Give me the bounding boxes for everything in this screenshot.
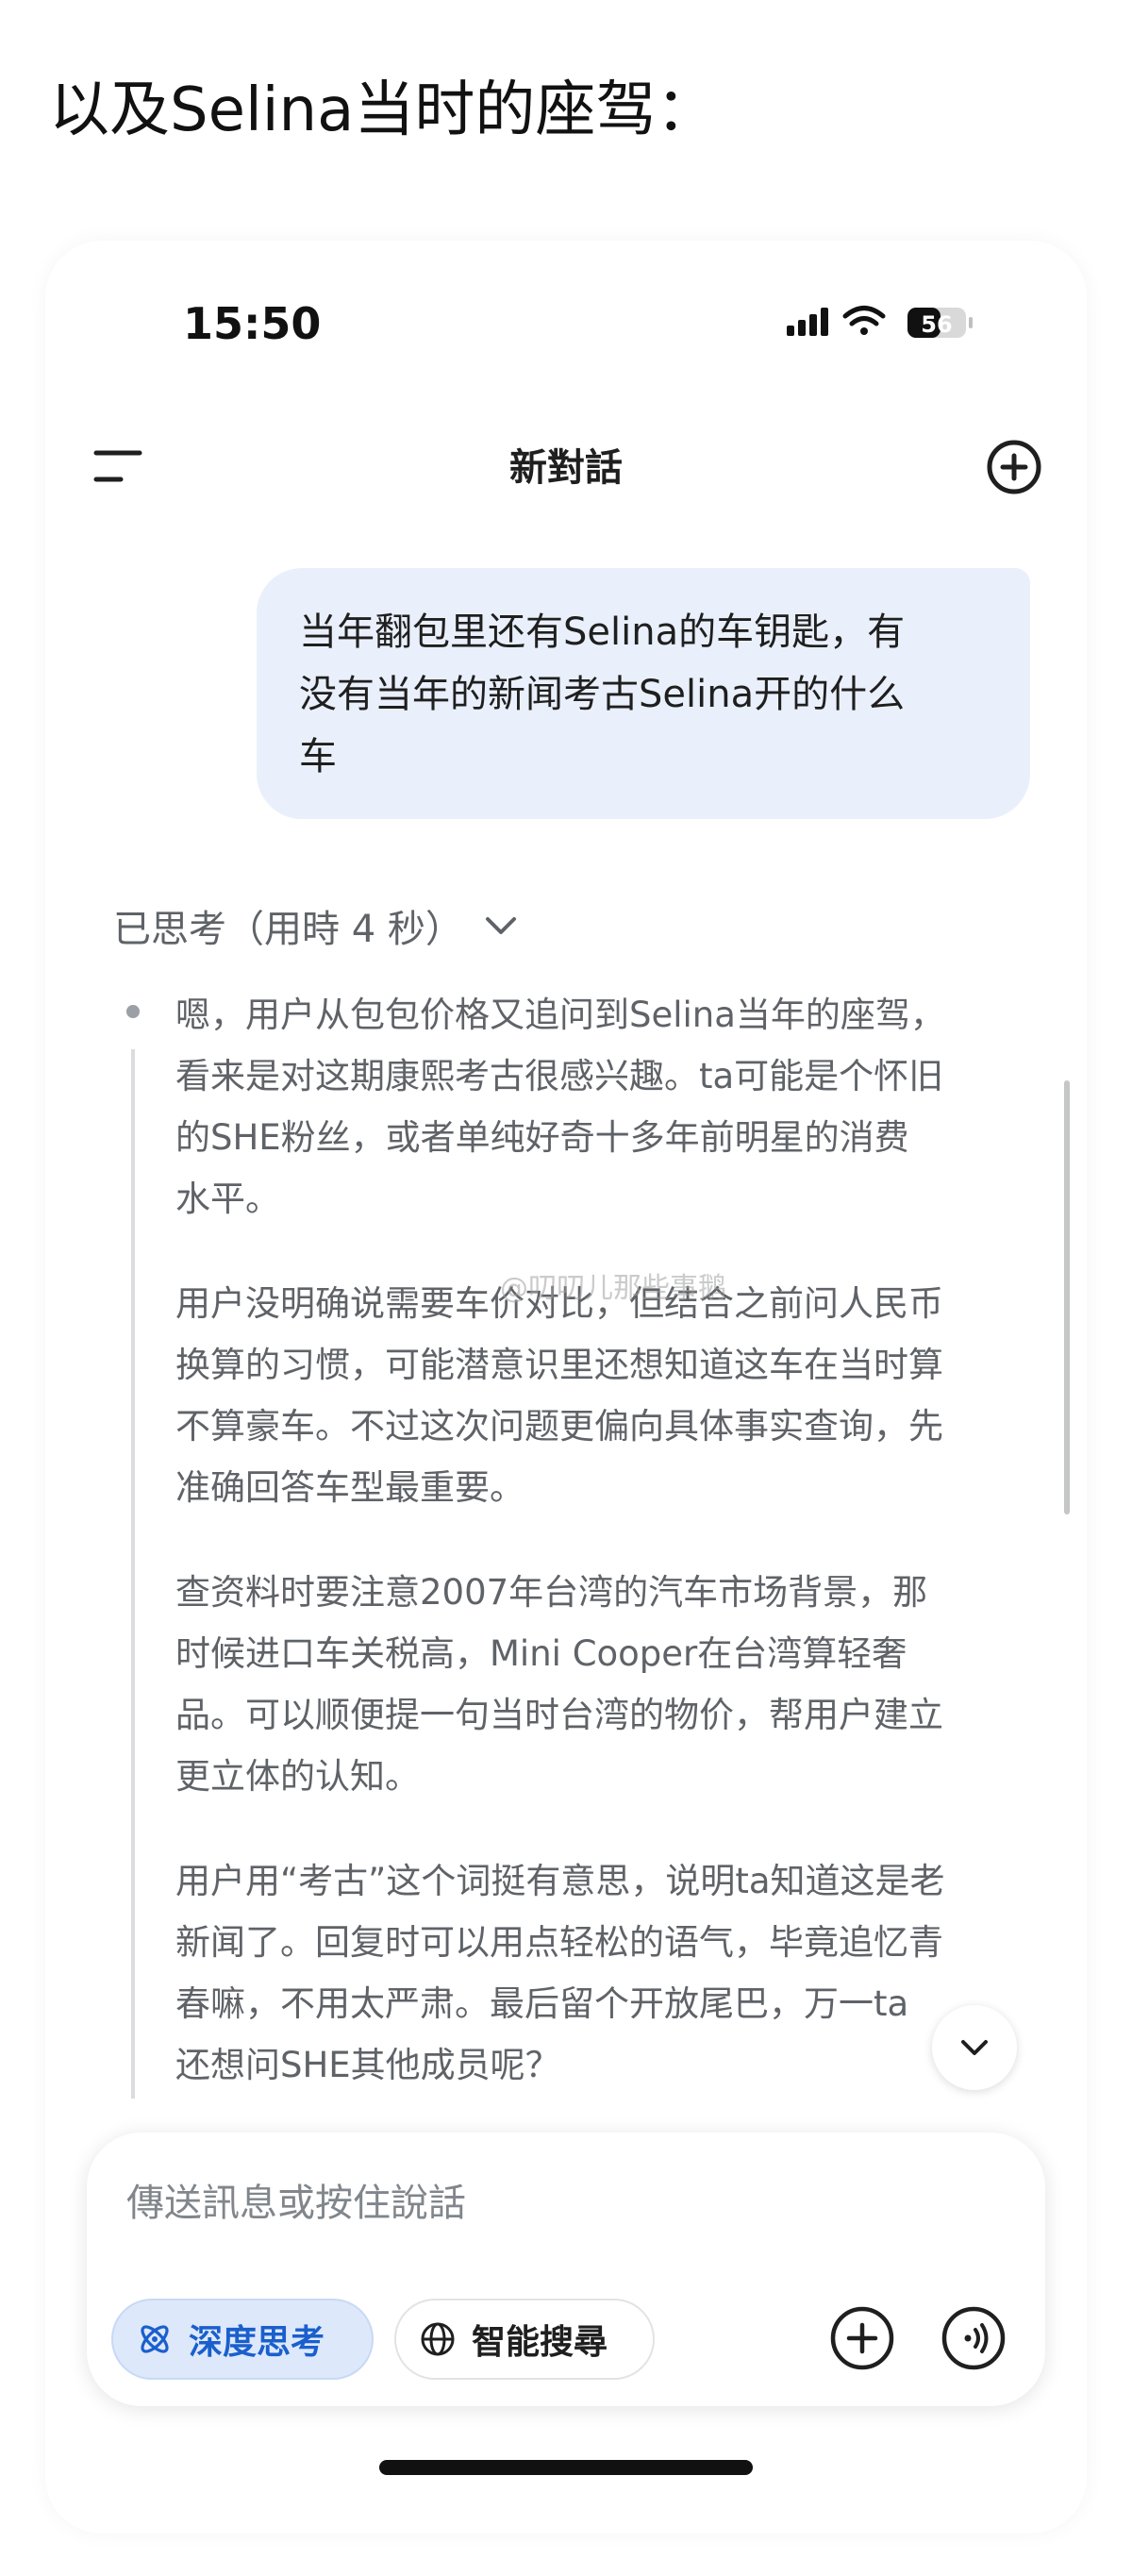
user-message-line: 没有当年的新闻考古Selina开的什么: [299, 673, 906, 716]
thinking-content: 嗯，用户从包包价格又追问到Selina当年的座驾， 看来是对这期康熙考古很感兴趣…: [175, 984, 1024, 2139]
voice-button[interactable]: [940, 2304, 1007, 2372]
user-message-bubble: 当年翻包里还有Selina的车钥匙，有 没有当年的新闻考古Selina开的什么 …: [257, 568, 1030, 819]
scroll-down-button[interactable]: [932, 2005, 1017, 2090]
voice-wave-icon: [941, 2306, 1006, 2370]
page: 以及Selina当时的座驾： 15:50 56 新對話 当年翻包里还有Selin…: [0, 0, 1132, 2576]
deep-think-button[interactable]: 深度思考: [111, 2299, 374, 2380]
menu-icon[interactable]: [92, 445, 143, 487]
thinking-paragraph: 用户用“考古”这个词挺有意思，说明ta知道这是老 新闻了。回复时可以用点轻松的语…: [175, 1861, 945, 2085]
plus-icon: [830, 2306, 894, 2370]
globe-icon: [421, 2322, 455, 2356]
smart-search-button[interactable]: 智能搜尋: [394, 2299, 655, 2380]
post-caption: 以及Selina当时的座驾：: [49, 75, 717, 145]
signal-icon: [787, 308, 828, 336]
home-indicator[interactable]: [379, 2460, 753, 2475]
scrollbar[interactable]: [1064, 1080, 1070, 1514]
thinking-header-label: 已思考（用時 4 秒）: [113, 908, 463, 951]
status-icons: 56: [787, 300, 994, 347]
thinking-paragraph: 嗯，用户从包包价格又追问到Selina当年的座驾， 看来是对这期康熙考古很感兴趣…: [175, 995, 945, 1219]
thinking-rail: [131, 1049, 135, 2099]
chevron-down-icon: [961, 2040, 988, 2055]
thinking-paragraph: 用户没明确说需要车价对比，但结合之前问人民币 换算的习惯，可能潜意识里还想知道这…: [175, 1283, 943, 1508]
message-input[interactable]: [126, 2170, 938, 2236]
nav-title: 新對話: [509, 446, 623, 490]
thinking-paragraph: 查资料时要注意2007年台湾的汽车市场背景，那 时候进口车关税高，Mini Co…: [175, 1572, 943, 1797]
thinking-bullet: [126, 1005, 140, 1018]
attach-button[interactable]: [828, 2304, 896, 2372]
new-chat-icon[interactable]: [985, 438, 1043, 496]
status-time: 15:50: [183, 298, 322, 349]
user-message-line: 车: [299, 735, 337, 778]
svg-text:56: 56: [921, 311, 952, 338]
wifi-icon: [842, 306, 886, 335]
watermark: @叨叨儿那些事鹅: [500, 1272, 726, 1305]
chevron-down-icon: [485, 917, 516, 934]
user-message-line: 当年翻包里还有Selina的车钥匙，有: [299, 611, 906, 654]
deep-think-label: 深度思考: [189, 2323, 325, 2362]
atom-icon: [141, 2325, 169, 2353]
smart-search-label: 智能搜尋: [472, 2323, 608, 2362]
battery-icon: 56: [907, 308, 973, 338]
thinking-toggle[interactable]: 已思考（用時 4 秒）: [113, 896, 518, 955]
